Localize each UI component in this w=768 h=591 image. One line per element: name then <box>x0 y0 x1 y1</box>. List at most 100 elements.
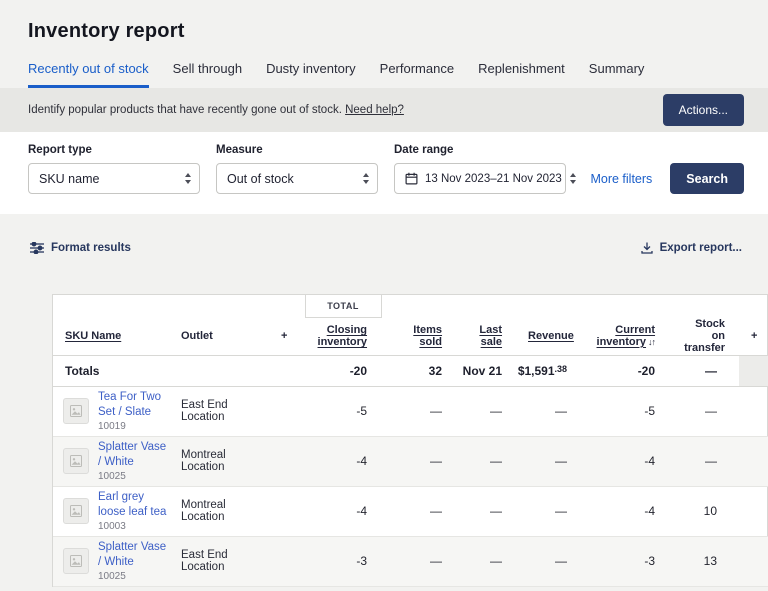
totals-current: -20 <box>581 355 669 386</box>
product-thumbnail <box>63 398 89 424</box>
sku-code: 10003 <box>98 521 169 532</box>
table-row: Earl grey loose leaf tea 10003 Montreal … <box>53 486 768 536</box>
table-row: Splatter Vase / White 10025 Montreal Loc… <box>53 436 768 486</box>
sliders-icon <box>30 242 44 254</box>
product-thumbnail <box>63 498 89 524</box>
transfer-cell: 13 <box>669 536 739 586</box>
last-sale-cell: — <box>456 386 516 436</box>
add-column-button-left[interactable]: + <box>269 317 305 355</box>
more-filters-link[interactable]: More filters <box>590 172 652 186</box>
outlet-cell: East End Location <box>169 536 269 586</box>
closing-cell: -5 <box>305 386 381 436</box>
filter-bar: Report type SKU name Measure Out of stoc… <box>0 132 768 214</box>
col-revenue[interactable]: Revenue <box>516 317 581 355</box>
product-thumbnail <box>63 448 89 474</box>
closing-cell: -4 <box>305 436 381 486</box>
items-sold-cell: — <box>381 536 456 586</box>
date-range-label: Date range <box>394 144 566 156</box>
export-report-button[interactable]: Export report... <box>641 242 742 254</box>
product-link[interactable]: Earl grey loose leaf tea <box>98 490 169 519</box>
filter-actions: More filters Search <box>590 163 744 194</box>
current-cell: -5 <box>581 386 669 436</box>
stepper-icon <box>363 173 369 184</box>
col-current-inventory[interactable]: Current inventory↓↑ <box>581 317 669 355</box>
format-results-label: Format results <box>51 242 131 254</box>
items-sold-cell: — <box>381 486 456 536</box>
need-help-link[interactable]: Need help? <box>345 104 404 116</box>
page-title: Inventory report <box>28 20 740 43</box>
product-link[interactable]: Tea For Two Set / Slate <box>98 390 169 419</box>
transfer-cell: 10 <box>669 486 739 536</box>
report-table-container: TOTAL SKU Name Outlet + Closing inventor… <box>52 294 768 587</box>
revenue-cell: — <box>516 436 581 486</box>
outlet-cell: East End Location <box>169 386 269 436</box>
measure-select[interactable]: Out of stock <box>216 163 378 194</box>
revenue-cell: — <box>516 536 581 586</box>
col-stock-on-transfer: Stock on transfer <box>669 317 739 355</box>
banner-text: Identify popular products that have rece… <box>28 104 404 116</box>
info-banner: Identify popular products that have rece… <box>0 88 768 132</box>
transfer-cell: — <box>669 436 739 486</box>
col-outlet: Outlet <box>169 317 269 355</box>
total-band-label: TOTAL <box>305 295 381 317</box>
stepper-icon <box>570 173 576 184</box>
column-header-row: SKU Name Outlet + Closing inventory Item… <box>53 317 768 355</box>
sku-code: 10025 <box>98 571 169 582</box>
tab-performance[interactable]: Performance <box>380 61 454 88</box>
col-last-sale[interactable]: Last sale <box>456 317 516 355</box>
tab-recently-out-of-stock[interactable]: Recently out of stock <box>28 61 149 88</box>
last-sale-cell: — <box>456 486 516 536</box>
report-table: TOTAL SKU Name Outlet + Closing inventor… <box>53 295 768 587</box>
report-type-field: Report type SKU name <box>28 144 200 194</box>
measure-value: Out of stock <box>227 172 294 186</box>
date-range-value: 13 Nov 2023–21 Nov 2023 <box>425 173 562 185</box>
report-type-select[interactable]: SKU name <box>28 163 200 194</box>
tab-sell-through[interactable]: Sell through <box>173 61 242 88</box>
revenue-cell: — <box>516 386 581 436</box>
table-row: Splatter Vase / White 10025 East End Loc… <box>53 536 768 586</box>
col-items-sold[interactable]: Items sold <box>381 317 456 355</box>
items-sold-cell: — <box>381 436 456 486</box>
revenue-cell: — <box>516 486 581 536</box>
tab-summary[interactable]: Summary <box>589 61 645 88</box>
closing-cell: -3 <box>305 536 381 586</box>
totals-transfer: — <box>669 355 739 386</box>
col-closing-inventory[interactable]: Closing inventory <box>305 317 381 355</box>
tab-replenishment[interactable]: Replenishment <box>478 61 565 88</box>
outlet-cell: Montreal Location <box>169 486 269 536</box>
last-sale-cell: — <box>456 536 516 586</box>
report-type-label: Report type <box>28 144 200 156</box>
col-sku-name[interactable]: SKU Name <box>53 317 169 355</box>
product-link[interactable]: Splatter Vase / White <box>98 440 169 469</box>
table-row: Tea For Two Set / Slate 10019 East End L… <box>53 386 768 436</box>
items-sold-cell: — <box>381 386 456 436</box>
format-results-button[interactable]: Format results <box>30 242 131 254</box>
banner-message: Identify popular products that have rece… <box>28 104 342 116</box>
results-toolbar: Format results Export report... <box>0 214 768 254</box>
tab-dusty-inventory[interactable]: Dusty inventory <box>266 61 356 88</box>
export-report-label: Export report... <box>660 242 742 254</box>
current-cell: -3 <box>581 536 669 586</box>
totals-label: Totals <box>53 355 305 386</box>
product-link[interactable]: Splatter Vase / White <box>98 540 169 569</box>
add-column-button-right[interactable]: + <box>739 317 768 355</box>
total-band-row: TOTAL <box>53 295 768 317</box>
sku-code: 10025 <box>98 471 169 482</box>
page-header: Inventory report Recently out of stock S… <box>0 0 768 88</box>
last-sale-cell: — <box>456 436 516 486</box>
current-cell: -4 <box>581 486 669 536</box>
totals-items-sold: 32 <box>381 355 456 386</box>
date-range-select[interactable]: 13 Nov 2023–21 Nov 2023 <box>394 163 566 194</box>
totals-closing: -20 <box>305 355 381 386</box>
product-thumbnail <box>63 548 89 574</box>
report-type-value: SKU name <box>39 172 99 186</box>
totals-row: Totals -20 32 Nov 21 $1,591.38 -20 — <box>53 355 768 386</box>
transfer-cell: — <box>669 386 739 436</box>
current-cell: -4 <box>581 436 669 486</box>
search-button[interactable]: Search <box>670 163 744 194</box>
sort-icon: ↓↑ <box>648 337 655 347</box>
closing-cell: -4 <box>305 486 381 536</box>
actions-button[interactable]: Actions... <box>663 94 744 126</box>
calendar-icon <box>405 172 418 185</box>
report-tabs: Recently out of stock Sell through Dusty… <box>28 61 740 88</box>
